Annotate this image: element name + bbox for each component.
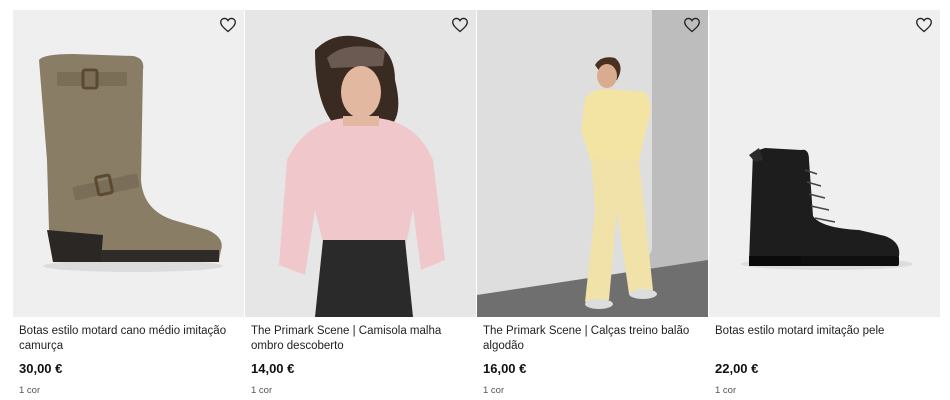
yellow-tracksuit-model-image [477, 10, 708, 317]
product-image[interactable] [245, 10, 476, 317]
product-title[interactable]: The Primark Scene | Calças treino balão … [483, 324, 703, 355]
product-color-count: 1 cor [251, 385, 273, 396]
heart-outline-icon[interactable] [915, 17, 933, 33]
product-price: 14,00 € [251, 361, 295, 376]
product-title[interactable]: The Primark Scene | Camisola malha ombro… [251, 324, 471, 355]
product-grid: Botas estilo motard cano médio imitação … [13, 10, 941, 397]
product-title[interactable]: Botas estilo motard cano médio imitação … [19, 324, 239, 355]
heart-outline-icon[interactable] [451, 17, 469, 33]
product-info: The Primark Scene | Camisola malha ombro… [245, 317, 477, 397]
product-card[interactable]: The Primark Scene | Calças treino balão … [477, 10, 709, 397]
product-price: 22,00 € [715, 361, 759, 376]
product-card[interactable]: Botas estilo motard imitação pele 22,00 … [709, 10, 941, 397]
pink-knit-model-image [245, 10, 476, 317]
product-info: Botas estilo motard cano médio imitação … [13, 317, 245, 397]
product-card[interactable]: Botas estilo motard cano médio imitação … [13, 10, 245, 397]
heart-outline-icon[interactable] [219, 17, 237, 33]
product-price: 16,00 € [483, 361, 527, 376]
black-leather-boot-image [709, 10, 940, 317]
product-info: Botas estilo motard imitação pele 22,00 … [709, 317, 941, 397]
tan-suede-boot-image [13, 10, 244, 317]
product-color-count: 1 cor [483, 385, 505, 396]
product-image[interactable] [709, 10, 940, 317]
product-title[interactable]: Botas estilo motard imitação pele [715, 324, 935, 355]
product-info: The Primark Scene | Calças treino balão … [477, 317, 709, 397]
product-color-count: 1 cor [19, 385, 41, 396]
heart-outline-icon[interactable] [683, 17, 701, 33]
product-price: 30,00 € [19, 361, 63, 376]
product-card[interactable]: The Primark Scene | Camisola malha ombro… [245, 10, 477, 397]
product-image[interactable] [477, 10, 708, 317]
product-image[interactable] [13, 10, 244, 317]
product-color-count: 1 cor [715, 385, 737, 396]
